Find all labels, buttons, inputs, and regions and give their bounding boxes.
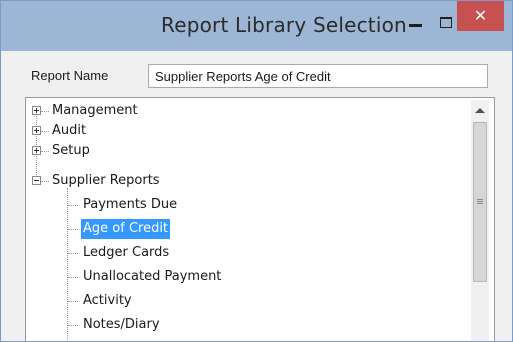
tree-node-label: Unallocated Payment [83,269,222,284]
tree-node-label: Age of Credit [81,219,171,239]
title-bar[interactable]: Report Library Selection ✕ [1,1,512,51]
tree-node-payments-due[interactable]: Payments Due [26,195,466,215]
minimize-button[interactable] [401,10,431,38]
tree-node-ledger-cards[interactable]: Ledger Cards [26,243,466,263]
window-title: Report Library Selection [161,13,407,37]
close-button[interactable]: ✕ [457,1,504,31]
tree-branch-line [68,325,78,326]
scroll-thumb[interactable] [473,122,487,282]
expand-icon[interactable] [32,126,41,135]
tree-branch-line [41,111,49,112]
scroll-up-icon[interactable] [475,108,485,113]
report-library-window: Report Library Selection ✕ Report Name M… [0,0,513,342]
tree-branch-line [41,151,49,152]
tree-node-label: Setup [52,143,90,158]
tree-branch-line [41,181,49,182]
collapse-icon[interactable] [32,176,41,185]
tree-node-label: Notes/Diary [83,317,160,332]
tree-node-management[interactable]: Management [26,101,466,121]
tree-node-activity[interactable]: Activity [26,291,466,311]
close-icon: ✕ [473,6,488,25]
tree-node-audit[interactable]: Audit [26,121,466,141]
maximize-icon [440,17,452,28]
tree-node-label: Supplier Reports [52,173,160,188]
tree-node-label: Ledger Cards [83,245,170,260]
tree-branch-line [68,277,78,278]
minimize-icon [409,24,422,27]
tree-node-label: Audit [52,123,87,138]
expand-icon[interactable] [32,106,41,115]
grip-line [477,199,483,200]
tree-node-unallocated-payment[interactable]: Unallocated Payment [26,267,466,287]
tree-branch-line [68,205,78,206]
tree-node-notes-diary[interactable]: Notes/Diary [26,315,466,335]
tree-node-label: Management [52,103,138,118]
tree-node-age-of-credit[interactable]: Age of Credit [26,219,466,239]
tree-branch-line [68,301,78,302]
expand-icon[interactable] [32,146,41,155]
grip-line [477,203,483,204]
tree-node-label: Activity [83,293,132,308]
vertical-scrollbar[interactable] [471,100,489,341]
grip-line [477,201,483,202]
tree-branch-line [41,131,49,132]
report-tree[interactable]: Management Audit Setup Supplier Reports … [25,97,495,341]
tree-node-setup[interactable]: Setup [26,141,466,161]
tree-node-label: Payments Due [83,197,178,212]
report-name-label: Report Name [31,68,109,83]
tree-branch-line [68,229,78,230]
tree-branch-line [68,253,78,254]
report-name-field[interactable] [148,64,488,88]
tree-node-supplier-reports[interactable]: Supplier Reports [26,171,466,191]
